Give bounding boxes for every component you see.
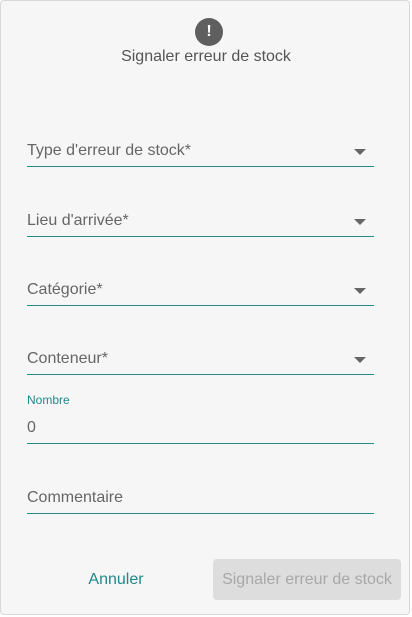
category-placeholder: Catégorie*: [27, 281, 103, 298]
dropdown-arrow-icon: [354, 149, 366, 155]
arrival-location-select[interactable]: Lieu d'arrivée*: [27, 201, 374, 237]
stock-error-type-placeholder: Type d'erreur de stock*: [27, 142, 192, 159]
report-stock-error-button[interactable]: Signaler erreur de stock: [213, 559, 401, 600]
number-input[interactable]: 0: [27, 408, 374, 444]
container-select[interactable]: Conteneur*: [27, 339, 374, 375]
container-placeholder: Conteneur*: [27, 350, 108, 367]
dropdown-arrow-icon: [354, 357, 366, 363]
comment-input[interactable]: Commentaire: [27, 478, 374, 514]
arrival-location-placeholder: Lieu d'arrivée*: [27, 212, 129, 229]
dialog-title: Signaler erreur de stock: [121, 48, 291, 65]
dropdown-arrow-icon: [354, 219, 366, 225]
number-value: 0: [27, 419, 36, 436]
dropdown-arrow-icon: [354, 288, 366, 294]
comment-placeholder: Commentaire: [27, 489, 124, 506]
report-stock-error-dialog: ! Signaler erreur de stock Type d'erreur…: [0, 0, 410, 615]
alert-icon: !: [195, 18, 223, 46]
category-select[interactable]: Catégorie*: [27, 270, 374, 306]
number-field-label: Nombre: [27, 393, 70, 407]
cancel-button[interactable]: Annuler: [63, 561, 169, 599]
stock-error-type-select[interactable]: Type d'erreur de stock*: [27, 131, 374, 167]
